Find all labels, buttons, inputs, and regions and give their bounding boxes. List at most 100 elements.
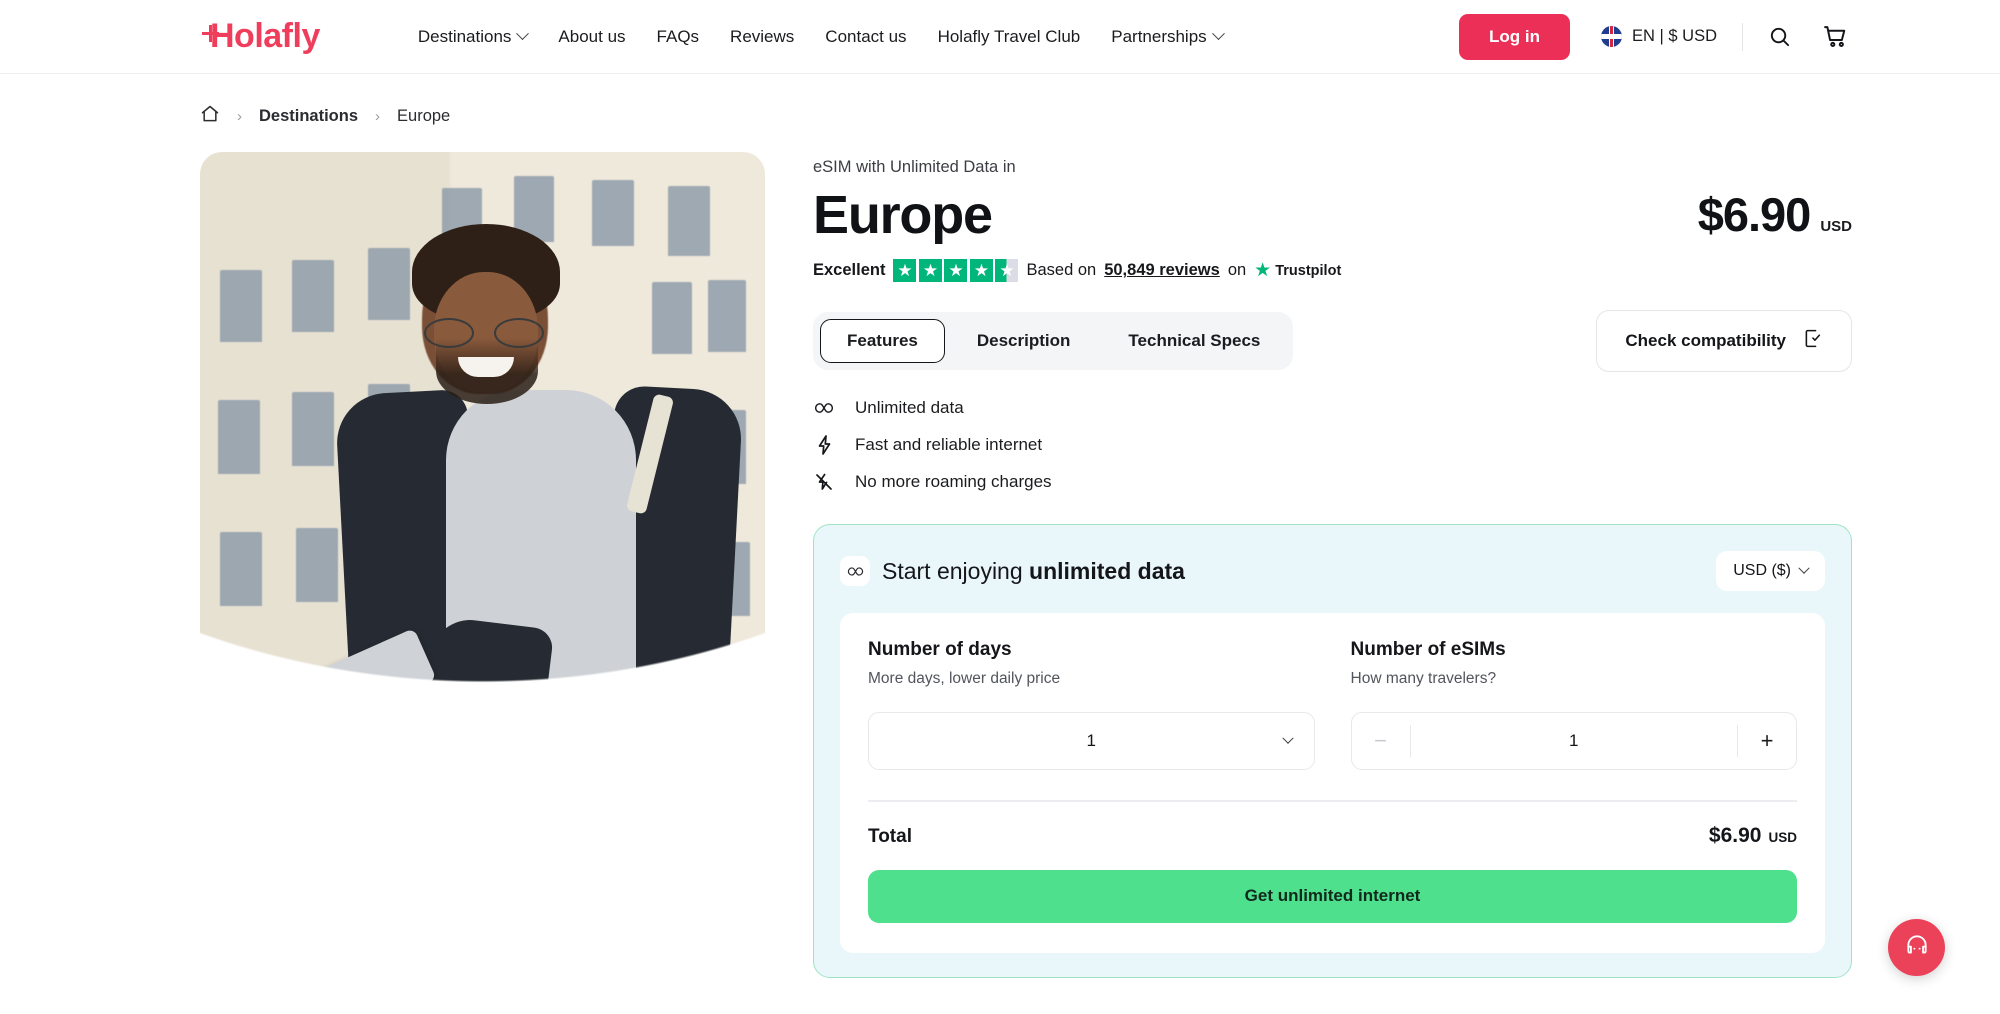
check-compatibility-button[interactable]: Check compatibility <box>1596 310 1852 373</box>
tab-description[interactable]: Description <box>951 320 1097 362</box>
reviews-count-link[interactable]: 50,849 reviews <box>1104 261 1220 280</box>
purchase-card-title: Start enjoying unlimited data <box>882 558 1185 585</box>
esims-increment-button[interactable]: + <box>1738 713 1796 769</box>
breadcrumb-separator: › <box>375 108 381 125</box>
breadcrumb-item-europe: Europe <box>397 107 451 125</box>
get-unlimited-internet-button[interactable]: Get unlimited internet <box>868 869 1797 923</box>
phone-check-icon <box>1802 328 1823 354</box>
nav-item-reviews[interactable]: Reviews <box>730 27 794 47</box>
no-roaming-icon <box>813 472 835 492</box>
nav-label: Reviews <box>730 26 795 46</box>
title-price-row: Europe $6.90 USD <box>813 177 2000 245</box>
nav-item-destinations[interactable]: Destinations <box>417 26 530 47</box>
header-divider <box>1742 22 1743 51</box>
nav-item-partnerships[interactable]: Partnerships <box>1111 26 1225 47</box>
trustpilot-rating: Excellent ★ ★ ★ ★ ★ Based on 50,849 revi… <box>813 259 2000 283</box>
chevron-down-icon <box>1211 27 1225 41</box>
tabs-row: Features Description Technical Specs Che… <box>813 310 2000 373</box>
product-eyebrow: eSIM with Unlimited Data in <box>813 158 1016 176</box>
chevron-down-icon <box>516 27 530 41</box>
breadcrumb: › Destinations › Europe <box>200 104 2000 129</box>
based-on-label: Based on <box>1026 261 1097 280</box>
on-label: on <box>1227 261 1247 280</box>
days-column: Number of days More days, lower daily pr… <box>868 639 1315 771</box>
total-currency: USD <box>1768 829 1797 845</box>
star-rating: ★ ★ ★ ★ ★ <box>893 259 1019 283</box>
main-content: eSIM with Unlimited Data in Europe $6.90… <box>200 152 2000 978</box>
purchase-options-panel: Number of days More days, lower daily pr… <box>840 613 1825 953</box>
login-button[interactable]: Log in <box>1459 13 1571 60</box>
product-details: eSIM with Unlimited Data in Europe $6.90… <box>813 152 2000 978</box>
star-icon: ★ <box>893 259 917 283</box>
nav-item-travel-club[interactable]: Holafly Travel Club <box>938 27 1081 47</box>
feature-label: Fast and reliable internet <box>855 435 1043 455</box>
esims-subtitle: How many travelers? <box>1350 670 1497 688</box>
nav-label: Partnerships <box>1111 26 1207 46</box>
feature-item: Fast and reliable internet <box>813 435 2000 456</box>
hero-image <box>200 152 765 832</box>
search-icon[interactable] <box>1768 25 1791 48</box>
page: Holafly Destinations About us FAQs Revie… <box>0 0 2000 1014</box>
lightning-icon <box>813 435 835 456</box>
headset-chat-icon <box>1904 932 1930 963</box>
nav-label: About us <box>558 26 626 46</box>
purchase-card-header: Start enjoying unlimited data USD ($) <box>840 551 1825 592</box>
product-price-currency: USD <box>1820 218 1852 235</box>
breadcrumb-item-destinations[interactable]: Destinations <box>259 107 358 126</box>
nav-item-faqs[interactable]: FAQs <box>657 27 700 47</box>
star-icon: ★ <box>918 259 942 283</box>
nav-label: Contact us <box>825 26 907 46</box>
locale-currency-selector[interactable]: EN | $ USD <box>1601 26 1717 47</box>
currency-selector-value: USD ($) <box>1733 562 1791 580</box>
breadcrumb-separator: › <box>237 108 242 125</box>
product-price: $6.90 <box>1697 188 1812 241</box>
chevron-down-icon <box>1281 732 1294 745</box>
panel-divider <box>868 800 1797 802</box>
currency-selector[interactable]: USD ($) <box>1716 551 1825 592</box>
nav-item-about-us[interactable]: About us <box>558 27 625 47</box>
main-nav: Destinations About us FAQs Reviews Conta… <box>417 26 1225 47</box>
total-row: Total $6.90 USD <box>868 824 1797 848</box>
trustpilot-brand: Trustpilot <box>1275 262 1342 279</box>
price-block: $6.90 USD <box>1698 187 1852 242</box>
star-icon: ★ <box>969 259 993 283</box>
product-tabs: Features Description Technical Specs <box>813 312 1294 371</box>
feature-label: Unlimited data <box>855 398 964 418</box>
nav-label: FAQs <box>656 26 700 46</box>
chevron-down-icon <box>1798 562 1810 575</box>
days-select[interactable]: 1 <box>868 712 1315 771</box>
home-icon[interactable] <box>200 104 220 129</box>
feature-label: No more roaming charges <box>855 472 1052 492</box>
star-half-icon: ★ <box>995 259 1019 283</box>
infinity-icon <box>840 556 870 587</box>
nav-item-contact-us[interactable]: Contact us <box>825 27 906 47</box>
feature-item: Unlimited data <box>813 398 2000 418</box>
trustpilot-logo[interactable]: ★ Trustpilot <box>1254 261 1341 280</box>
trustpilot-star-icon: ★ <box>1254 260 1272 282</box>
page-title: Europe <box>813 185 993 245</box>
site-header: Holafly Destinations About us FAQs Revie… <box>0 0 2000 74</box>
purchase-title-prefix: Start enjoying <box>882 557 1030 584</box>
purchase-card: Start enjoying unlimited data USD ($) Nu… <box>813 524 1852 978</box>
logo-text: Holafly <box>210 17 320 55</box>
esims-quantity-value: 1 <box>1569 731 1579 751</box>
days-subtitle: More days, lower daily price <box>868 670 1061 688</box>
cart-icon[interactable] <box>1823 24 1848 49</box>
star-icon: ★ <box>944 259 968 283</box>
locale-label: EN | $ USD <box>1632 27 1717 45</box>
esims-decrement-button[interactable]: − <box>1352 713 1410 769</box>
total-label: Total <box>868 825 912 847</box>
total-value: $6.90 USD <box>1709 824 1797 848</box>
chat-support-button[interactable] <box>1888 919 1945 976</box>
options-columns: Number of days More days, lower daily pr… <box>868 639 1797 771</box>
tab-technical-specs[interactable]: Technical Specs <box>1102 320 1286 362</box>
nav-label: Holafly Travel Club <box>937 26 1081 46</box>
days-select-value: 1 <box>1086 731 1096 751</box>
esims-column: Number of eSIMs How many travelers? − 1 … <box>1315 639 1797 771</box>
esims-title: Number of eSIMs <box>1350 639 1506 661</box>
tab-features[interactable]: Features <box>820 319 945 364</box>
nav-label: Destinations <box>417 26 512 46</box>
holafly-logo[interactable]: Holafly <box>202 17 320 56</box>
uk-flag-icon <box>1601 26 1623 47</box>
purchase-title-strong: unlimited data <box>1029 557 1185 584</box>
